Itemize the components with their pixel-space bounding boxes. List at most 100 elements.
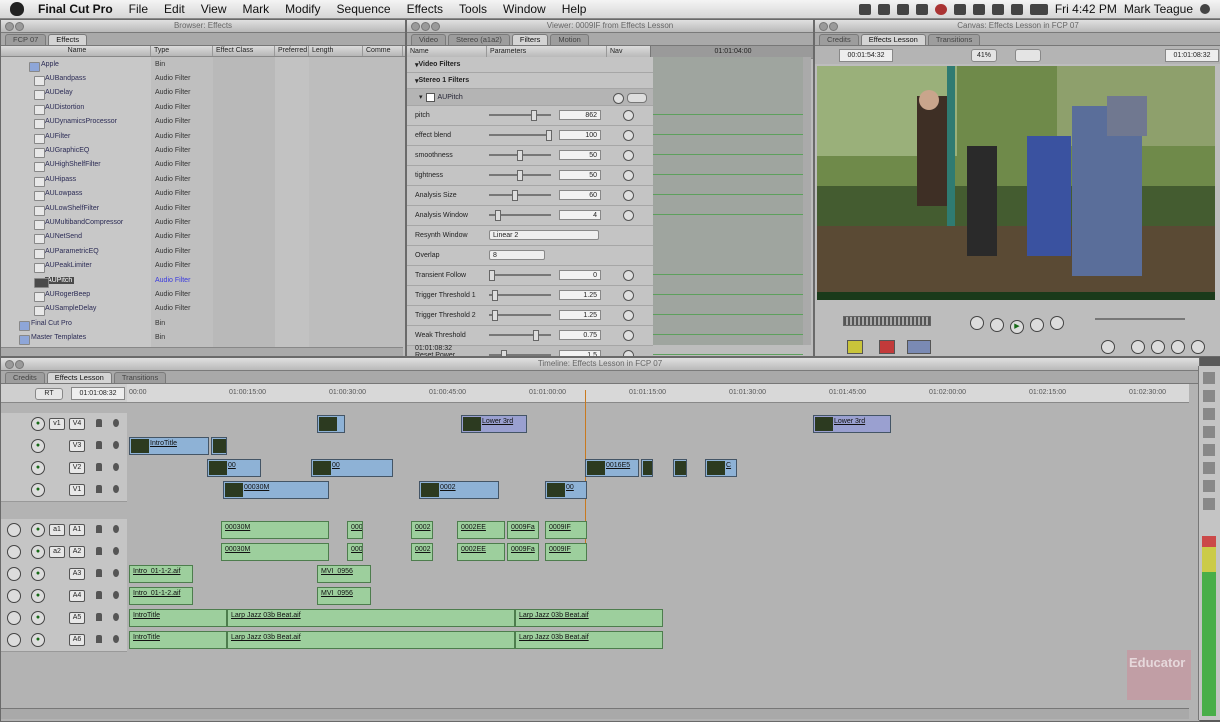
browser-row[interactable]: AUDistortion Audio Filter	[1, 100, 405, 115]
param-slider[interactable]	[489, 130, 552, 141]
lock-icon[interactable]	[96, 525, 102, 533]
slider-knob[interactable]	[491, 310, 498, 321]
track-visibility-icon[interactable]: ●	[31, 545, 45, 559]
param-value-field[interactable]: 60	[559, 190, 601, 200]
menu-effects[interactable]: Effects	[399, 2, 451, 16]
slider-knob[interactable]	[491, 290, 498, 301]
browser-row[interactable]: AUHighShelfFilter Audio Filter	[1, 158, 405, 173]
browser-row[interactable]: Master Templates Bin	[1, 330, 405, 346]
slider-knob[interactable]	[489, 270, 495, 281]
minimize-icon[interactable]	[421, 22, 430, 31]
col-preferred[interactable]: Preferred	[275, 46, 309, 56]
menu-tools[interactable]: Tools	[451, 2, 495, 16]
group-video-filters[interactable]: ▾ Video Filters	[407, 57, 653, 73]
auto-select-icon[interactable]	[113, 485, 119, 493]
mark-clip-icon[interactable]	[1151, 340, 1165, 354]
destination-patch[interactable]: V4	[69, 418, 85, 430]
browser-row[interactable]: AUSampleDelay Audio Filter	[1, 302, 405, 317]
audio-clip[interactable]: 0009IF	[545, 521, 587, 539]
track-visibility-icon[interactable]: ●	[31, 589, 45, 603]
audio-clip[interactable]: 000	[347, 543, 363, 561]
browser-row[interactable]: AUFilter Audio Filter	[1, 129, 405, 144]
menu-window[interactable]: Window	[495, 2, 554, 16]
lock-icon[interactable]	[96, 463, 102, 471]
param-slider[interactable]	[489, 150, 551, 161]
source-patch[interactable]: a1	[49, 524, 65, 536]
destination-patch[interactable]: V3	[69, 440, 85, 452]
crop-tool-icon[interactable]	[1203, 498, 1215, 510]
keyframe-button-icon[interactable]	[623, 170, 634, 181]
battery-status-icon[interactable]	[1029, 3, 1048, 15]
audio-clip[interactable]: MVI_0956	[317, 565, 371, 583]
tab-effects[interactable]: Effects	[48, 34, 88, 45]
browser-row[interactable]: AUParametricEQ Audio Filter	[1, 244, 405, 259]
record-icon[interactable]	[934, 3, 947, 15]
zoom-icon[interactable]	[431, 22, 440, 31]
audio-clip[interactable]: 0002	[411, 521, 433, 539]
param-slider[interactable]	[489, 330, 551, 341]
slider-knob[interactable]	[512, 190, 519, 201]
track-visibility-icon[interactable]: ●	[31, 417, 45, 431]
time-machine-icon[interactable]	[953, 3, 966, 15]
auto-select-icon[interactable]	[113, 441, 119, 449]
auto-select-icon[interactable]	[113, 613, 119, 621]
video-clip[interactable]	[317, 415, 345, 433]
audio-clip[interactable]: IntroTitle	[129, 609, 227, 627]
param-value-field[interactable]: 1.25	[559, 290, 601, 300]
rt-popup[interactable]: RT	[35, 388, 63, 400]
audio-solo-icon[interactable]	[7, 589, 21, 603]
roll-tool-icon[interactable]	[1203, 426, 1215, 438]
param-value-field[interactable]: 50	[559, 170, 601, 180]
match-frame-icon[interactable]	[907, 340, 931, 354]
param-value-field[interactable]: 862	[559, 110, 601, 120]
canvas-video-frame[interactable]	[817, 66, 1215, 300]
timeline-titlebar[interactable]: Timeline: Effects Lesson in FCP 07	[1, 358, 1199, 371]
col-type[interactable]: Type	[151, 46, 213, 56]
tab-motion[interactable]: Motion	[550, 34, 589, 45]
tab-filters[interactable]: Filters	[511, 34, 549, 45]
param-slider[interactable]	[489, 350, 551, 356]
destination-patch[interactable]: A4	[69, 590, 85, 602]
lock-icon[interactable]	[96, 547, 102, 555]
audio-clip[interactable]: 0002EE	[457, 543, 505, 561]
close-icon[interactable]	[5, 360, 14, 369]
keyframe-button-icon[interactable]	[623, 350, 634, 356]
param-slider[interactable]	[489, 270, 551, 281]
browser-row[interactable]: AURogerBeep Audio Filter	[1, 287, 405, 302]
tab-video[interactable]: Video	[411, 34, 447, 45]
camera-icon[interactable]	[858, 3, 871, 15]
minimize-icon[interactable]	[15, 360, 24, 369]
viewer-timecode[interactable]: 01:01:08:32	[415, 345, 452, 352]
tab-credits[interactable]: Credits	[819, 34, 859, 45]
edit-select-tool-icon[interactable]	[1203, 390, 1215, 402]
view-popup[interactable]	[1015, 49, 1041, 62]
destination-patch[interactable]: V1	[69, 484, 85, 496]
browser-row[interactable]: AUNetSend Audio Filter	[1, 230, 405, 245]
tab-effects-lesson[interactable]: Effects Lesson	[46, 372, 112, 383]
track-visibility-icon[interactable]: ●	[31, 461, 45, 475]
menu-user[interactable]: Mark Teague	[1124, 2, 1193, 16]
add-keyframe-icon[interactable]	[1171, 340, 1185, 354]
track-visibility-icon[interactable]: ●	[31, 523, 45, 537]
destination-patch[interactable]: A2	[69, 546, 85, 558]
source-patch[interactable]: a2	[49, 546, 65, 558]
browser-row[interactable]: AUMultibandCompressor Audio Filter	[1, 215, 405, 230]
slider-knob[interactable]	[516, 170, 523, 181]
track-visibility-icon[interactable]: ●	[31, 611, 45, 625]
gear-icon[interactable]	[877, 3, 890, 15]
menu-view[interactable]: View	[193, 2, 235, 16]
keyframe-button-icon[interactable]	[623, 150, 634, 161]
track-visibility-icon[interactable]: ●	[31, 567, 45, 581]
audio-solo-icon[interactable]	[7, 633, 21, 647]
viewer-titlebar[interactable]: Viewer: 0009IF from Effects Lesson	[407, 20, 813, 33]
audio-clip[interactable]: 00030M	[221, 521, 329, 539]
tab-stereo[interactable]: Stereo (a1a2)	[448, 34, 510, 45]
audio-clip[interactable]: 0002EE	[457, 521, 505, 539]
battery-icon[interactable]	[896, 3, 909, 15]
col-length[interactable]: Length	[309, 46, 363, 56]
wifi-icon[interactable]	[991, 3, 1004, 15]
param-value-field[interactable]: 4	[559, 210, 601, 220]
lock-icon[interactable]	[96, 569, 102, 577]
video-clip[interactable]: 00030M	[223, 481, 329, 499]
keyframe-button-icon[interactable]	[623, 110, 634, 121]
